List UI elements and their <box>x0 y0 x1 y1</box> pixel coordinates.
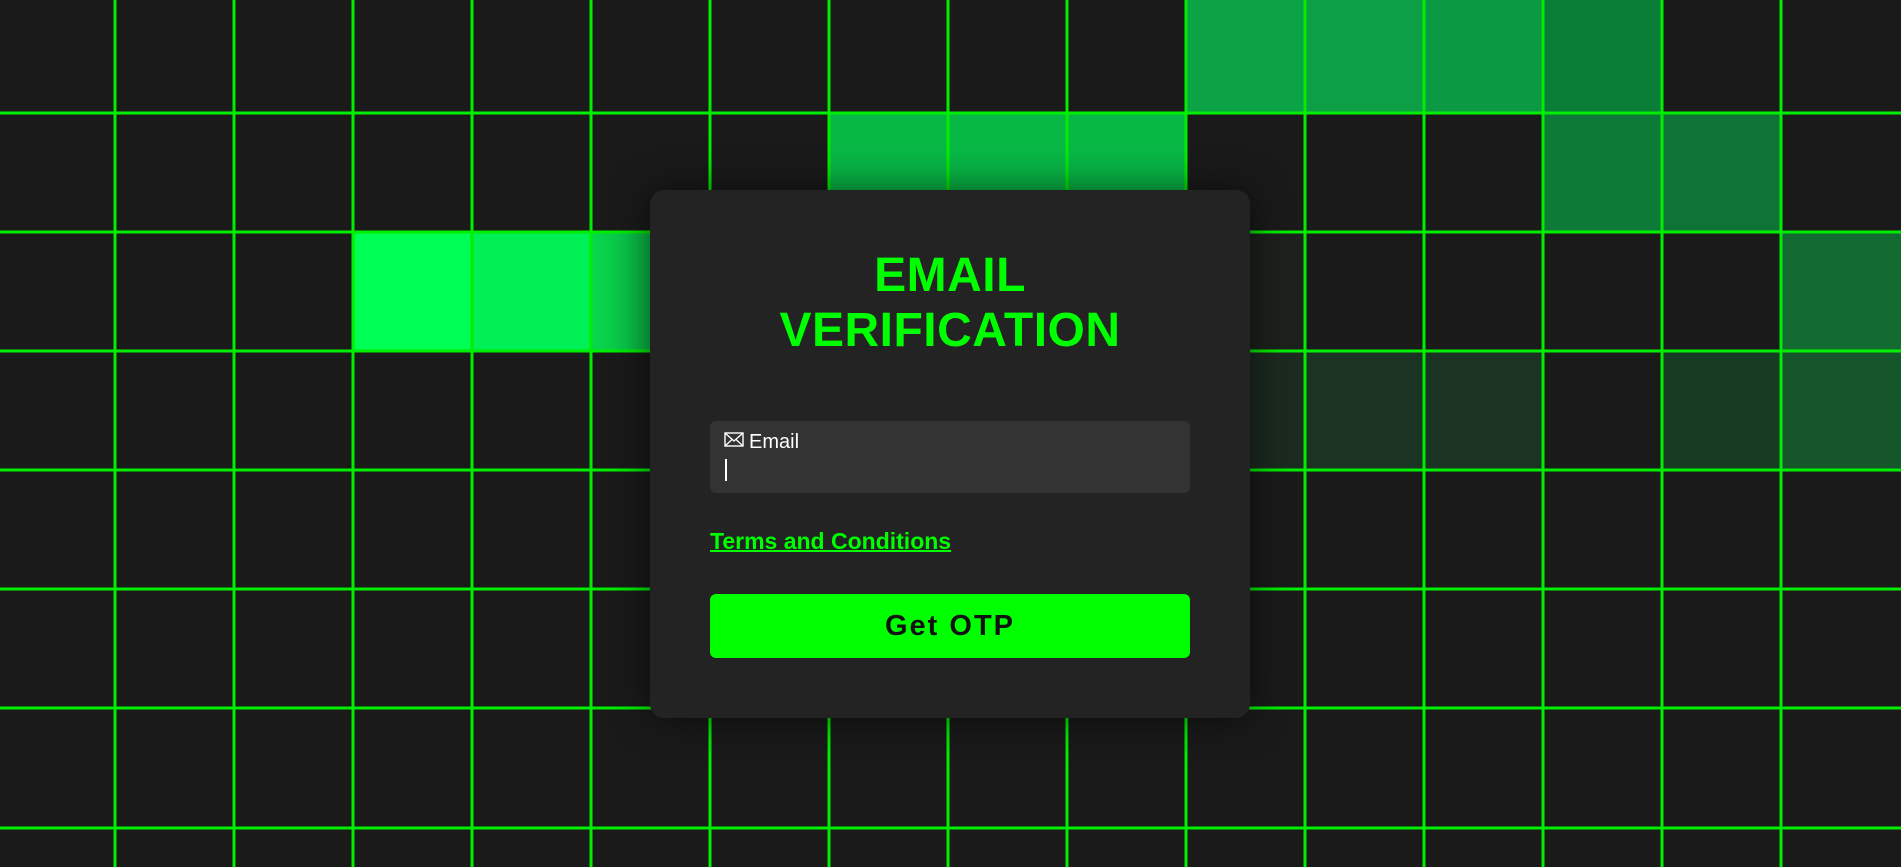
envelope-icon <box>724 432 744 447</box>
grid-cell-highlight <box>1186 0 1305 113</box>
verification-card: EMAIL VERIFICATION Email Terms and Condi… <box>650 190 1250 718</box>
grid-cell-highlight <box>472 232 591 351</box>
get-otp-button[interactable]: Get OTP <box>710 594 1190 658</box>
title-line-1: EMAIL <box>874 249 1026 302</box>
grid-cell-highlight <box>1305 0 1424 113</box>
grid-cell-highlight <box>1305 351 1424 470</box>
text-caret <box>725 459 727 481</box>
grid-cell-highlight <box>1543 113 1662 232</box>
title-line-2: VERIFICATION <box>779 304 1121 357</box>
email-input[interactable] <box>724 457 1174 483</box>
background-grid: EMAIL VERIFICATION Email Terms and Condi… <box>0 0 1901 867</box>
grid-cell-highlight <box>1662 351 1781 470</box>
email-field[interactable]: Email <box>710 421 1190 493</box>
email-label: Email <box>749 431 800 453</box>
email-label-row: Email <box>724 431 799 453</box>
grid-cell-highlight <box>1781 232 1901 351</box>
page-title: EMAIL VERIFICATION <box>650 248 1250 358</box>
terms-link[interactable]: Terms and Conditions <box>710 528 951 555</box>
grid-cell-highlight <box>1424 0 1543 113</box>
grid-cell-highlight <box>1543 0 1662 113</box>
grid-cell-highlight <box>1424 351 1543 470</box>
grid-cell-highlight <box>1662 113 1781 232</box>
grid-cell-highlight <box>353 232 472 351</box>
grid-cell-highlight <box>1781 351 1901 470</box>
